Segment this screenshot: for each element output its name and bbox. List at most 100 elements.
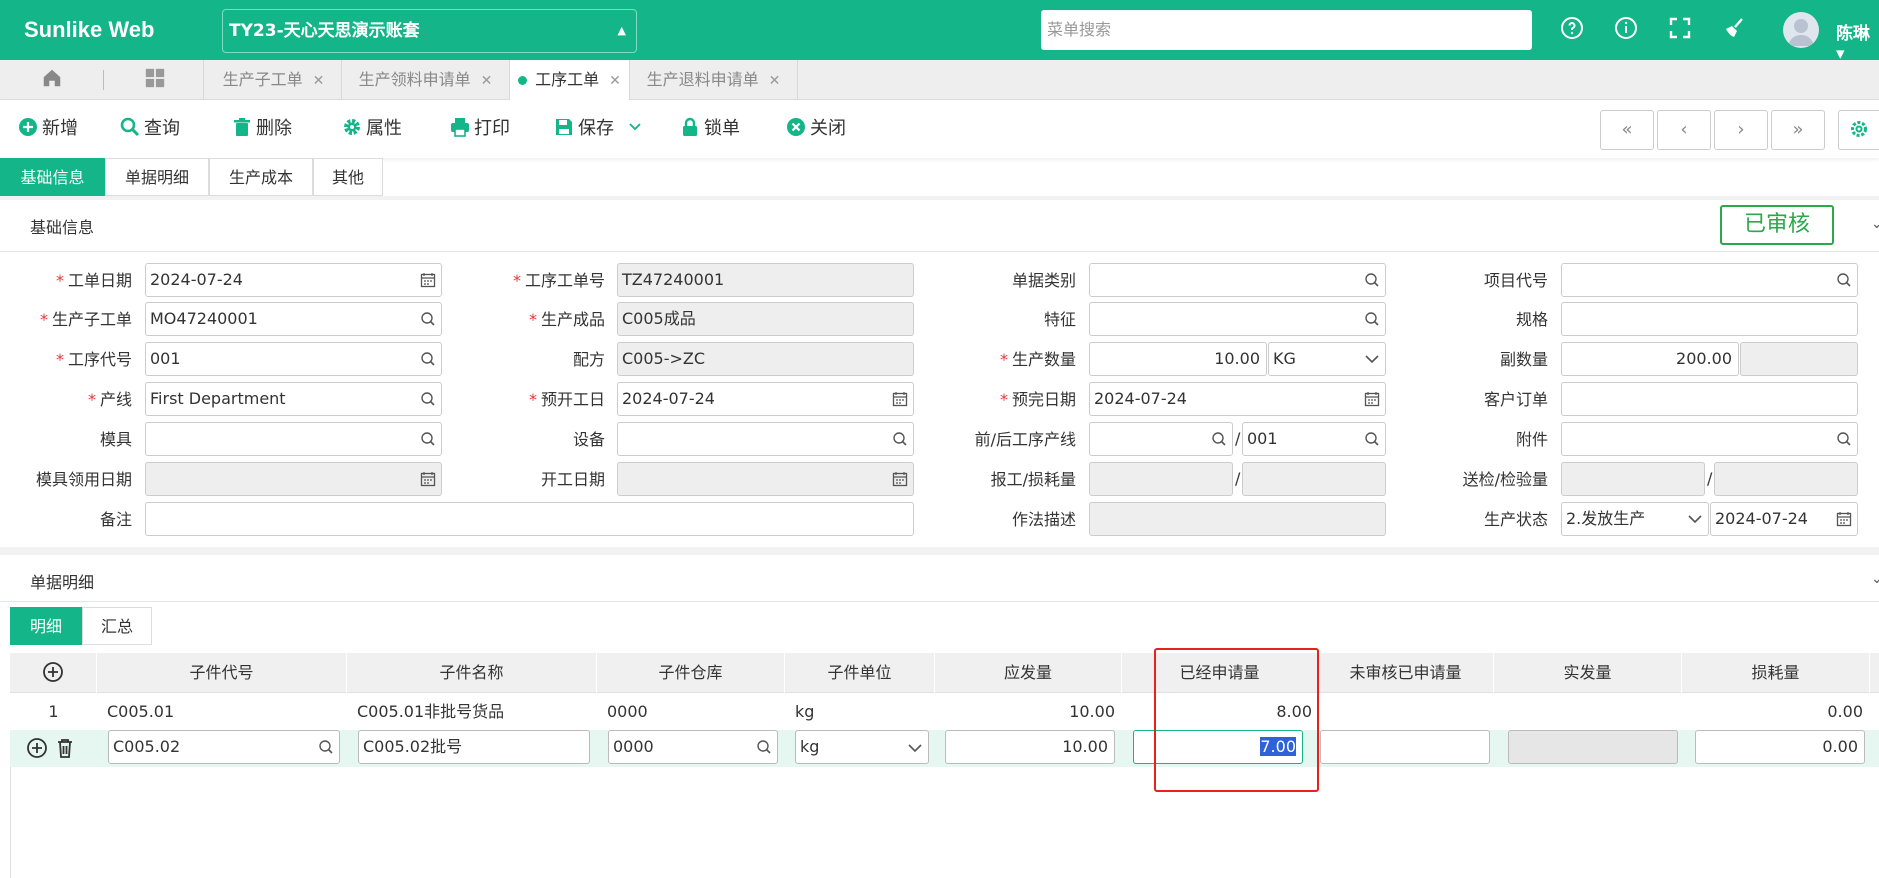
prev-line-field[interactable] — [1089, 422, 1233, 456]
tab-material-return[interactable]: 生产退料申请单 ✕ — [630, 60, 798, 100]
subtab-other[interactable]: 其他 — [313, 158, 383, 196]
op-code-field[interactable]: 001 — [145, 342, 442, 376]
fullscreen-icon[interactable] — [1666, 16, 1694, 44]
account-selector[interactable]: TY23-天心天思演示账套 ▲ — [222, 9, 637, 53]
subtab-basic-info[interactable]: 基础信息 — [0, 158, 105, 196]
chevron-down-icon[interactable]: ⌄ — [1871, 216, 1879, 232]
add-row-icon[interactable] — [26, 730, 48, 767]
lock-button[interactable]: 锁单 — [680, 116, 740, 142]
home-tab[interactable] — [0, 60, 104, 100]
prod-qty-field[interactable]: 10.00 — [1089, 342, 1267, 376]
op-order-no-field[interactable]: TZ47240001 — [617, 263, 914, 297]
tab-material-request[interactable]: 生产领料申请单 ✕ — [342, 60, 510, 100]
last-record-button[interactable]: » — [1771, 110, 1825, 150]
plus-circle-icon — [19, 118, 37, 136]
formula-field[interactable]: C005->ZC — [617, 342, 914, 376]
chevron-down-icon — [1365, 355, 1379, 364]
page-tab-bar: 生产子工单 ✕ 生产领料申请单 ✕ 工序工单 ✕ 生产退料申请单 ✕ — [0, 60, 1879, 100]
prev-record-button[interactable]: ‹ — [1657, 110, 1711, 150]
settings-button[interactable] — [1838, 110, 1879, 150]
properties-button[interactable]: 属性 — [342, 116, 402, 142]
col-due-qty: 应发量 — [935, 653, 1122, 693]
code-input[interactable]: C005.02 — [108, 730, 340, 764]
inspect-qty-field — [1714, 462, 1858, 496]
active-dot-icon — [518, 76, 528, 85]
search-icon — [120, 117, 140, 137]
unit-select[interactable]: kg — [795, 730, 929, 764]
customer-order-field[interactable] — [1561, 382, 1858, 416]
unapproved-qty-input[interactable] — [1320, 730, 1490, 764]
work-date-field[interactable]: 2024-07-24 — [145, 263, 442, 297]
new-button[interactable]: 新增 — [18, 116, 78, 142]
table-row[interactable]: 1 C005.01 C005.01非批号货品 0000 kg 10.00 8.0… — [10, 693, 1879, 730]
sub-order-field[interactable]: MO47240001 — [145, 302, 442, 336]
mold-date-field — [145, 462, 442, 496]
close-button[interactable]: 关闭 — [786, 116, 846, 142]
menu-search-input[interactable]: 菜单搜索 — [1041, 10, 1532, 50]
trash-icon[interactable] — [54, 730, 76, 767]
label-formula: 配方 — [572, 350, 605, 369]
table-row-editing[interactable]: C005.02 C005.02批号 0000 kg 10.00 7.00 0.0… — [10, 730, 1879, 767]
warehouse-input[interactable]: 0000 — [608, 730, 778, 764]
label-sub-order: * 生产子工单 — [39, 310, 132, 329]
attachment-field[interactable] — [1561, 422, 1858, 456]
due-qty-input[interactable]: 10.00 — [945, 730, 1115, 764]
user-name[interactable]: 陈琳 ▾ — [1836, 19, 1879, 64]
label-line: * 产线 — [87, 390, 132, 409]
chevron-down-icon — [1688, 515, 1702, 524]
print-button[interactable]: 打印 — [450, 116, 510, 142]
query-button[interactable]: 查询 — [120, 116, 180, 142]
loss-qty-input[interactable]: 0.00 — [1695, 730, 1865, 764]
label-plan-start: * 预开工日 — [528, 390, 605, 409]
close-icon[interactable]: ✕ — [609, 73, 621, 89]
prod-status-select[interactable]: 2.发放生产 — [1561, 502, 1709, 536]
close-icon[interactable]: ✕ — [769, 73, 781, 89]
delete-button[interactable]: 删除 — [232, 116, 292, 142]
help-circle-icon[interactable] — [1558, 16, 1586, 44]
subtab-cost[interactable]: 生产成本 — [209, 158, 313, 196]
broom-clean-icon[interactable] — [1720, 16, 1748, 44]
prod-unit-select[interactable]: KG — [1268, 342, 1386, 376]
close-icon[interactable]: ✕ — [313, 73, 325, 89]
avatar[interactable] — [1783, 12, 1819, 48]
product-field[interactable]: C005成品 — [617, 302, 914, 336]
mold-field[interactable] — [145, 422, 442, 456]
status-date-field[interactable]: 2024-07-24 — [1710, 502, 1858, 536]
next-line-field[interactable]: 001 — [1242, 422, 1386, 456]
calendar-icon — [892, 472, 908, 487]
loss-qty-field — [1242, 462, 1386, 496]
add-row-header-icon[interactable] — [10, 653, 97, 693]
next-record-button[interactable]: › — [1714, 110, 1768, 150]
equipment-field[interactable] — [617, 422, 914, 456]
remark-field[interactable] — [145, 502, 914, 536]
save-button[interactable]: 保存 — [554, 116, 642, 142]
label-equipment: 设备 — [572, 430, 605, 449]
tab-detail-lines[interactable]: 明细 — [10, 607, 82, 645]
tab-summary[interactable]: 汇总 — [82, 607, 152, 645]
first-record-button[interactable]: « — [1600, 110, 1654, 150]
close-icon[interactable]: ✕ — [481, 73, 493, 89]
tab-operation-order[interactable]: 工序工单 ✕ — [510, 60, 630, 100]
name-input[interactable]: C005.02批号 — [358, 730, 590, 764]
subtab-detail[interactable]: 单据明细 — [105, 158, 209, 196]
sub-qty-field[interactable]: 200.00 — [1561, 342, 1739, 376]
section-title-detail: 单据明细 — [30, 573, 95, 592]
col-name: 子件名称 — [347, 653, 597, 693]
info-circle-icon[interactable] — [1612, 16, 1640, 44]
apps-grid-tab[interactable] — [106, 60, 204, 100]
col-loss-qty: 损耗量 — [1682, 653, 1870, 693]
divider — [103, 70, 104, 90]
label-mold-date: 模具领用日期 — [35, 470, 132, 489]
plus-circle-icon — [43, 662, 63, 682]
tab-sub-work-order[interactable]: 生产子工单 ✕ — [206, 60, 342, 100]
spec-field[interactable] — [1561, 302, 1858, 336]
doc-type-field[interactable] — [1089, 263, 1386, 297]
project-code-field[interactable] — [1561, 263, 1858, 297]
feature-field[interactable] — [1089, 302, 1386, 336]
plan-start-field[interactable]: 2024-07-24 — [617, 382, 914, 416]
plan-finish-field[interactable]: 2024-07-24 — [1089, 382, 1386, 416]
row-number: 1 — [48, 702, 59, 721]
chevron-down-icon[interactable]: ⌄ — [1871, 571, 1879, 587]
line-field[interactable]: First Department — [145, 382, 442, 416]
cell-name: C005.01非批号货品 — [357, 702, 505, 721]
